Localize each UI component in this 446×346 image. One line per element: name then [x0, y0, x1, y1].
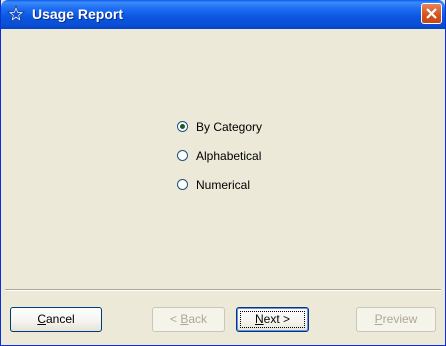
title-bar[interactable]: Usage Report — [1, 0, 445, 29]
radio-label[interactable]: Numerical — [196, 178, 250, 192]
usage-report-dialog: Usage Report By Category Alphabetical Nu… — [0, 0, 446, 346]
next-button[interactable]: Next > — [236, 307, 309, 332]
star-outline-icon — [7, 5, 25, 23]
radio-label[interactable]: Alphabetical — [196, 149, 261, 163]
button-label: ack — [188, 312, 208, 326]
radio-numerical[interactable]: Numerical — [177, 170, 262, 199]
footer-separator — [5, 289, 441, 291]
window-title: Usage Report — [32, 6, 124, 22]
close-button[interactable] — [421, 3, 442, 24]
preview-button[interactable]: Preview — [356, 307, 436, 332]
dialog-body: By Category Alphabetical Numerical Cance… — [5, 29, 441, 342]
radio-button-checked-icon[interactable] — [177, 121, 188, 132]
close-icon — [426, 8, 437, 19]
radio-label[interactable]: By Category — [196, 120, 262, 134]
radio-by-category[interactable]: By Category — [177, 112, 262, 141]
sort-option-group: By Category Alphabetical Numerical — [177, 112, 262, 199]
radio-alphabetical[interactable]: Alphabetical — [177, 141, 262, 170]
radio-button-icon[interactable] — [177, 179, 188, 190]
button-mnemonic: C — [37, 312, 46, 326]
cancel-button[interactable]: Cancel — [10, 307, 102, 332]
focus-ring — [240, 311, 305, 328]
radio-button-icon[interactable] — [177, 150, 188, 161]
button-mnemonic: P — [374, 312, 383, 326]
button-label: ancel — [45, 312, 75, 326]
back-button[interactable]: < Back — [152, 307, 225, 332]
button-prefix: < — [169, 312, 181, 326]
button-label: review — [382, 312, 418, 326]
